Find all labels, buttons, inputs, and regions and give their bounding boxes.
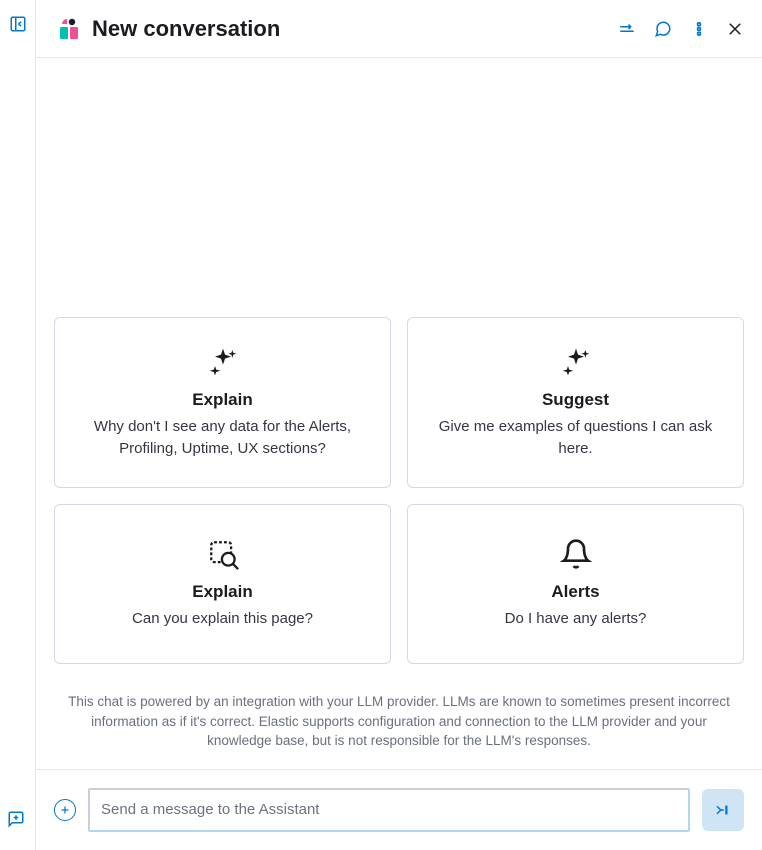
close-icon[interactable] [724, 18, 746, 40]
inspect-icon [207, 538, 239, 570]
card-desc: Do I have any alerts? [505, 608, 647, 630]
disclaimer-text: This chat is powered by an integration w… [54, 692, 744, 751]
header: New conversation [36, 0, 762, 58]
content: Explain Why don't I see any data for the… [36, 58, 762, 769]
more-vertical-icon[interactable] [688, 18, 710, 40]
card-title: Alerts [551, 582, 599, 602]
main-area: New conversation [36, 0, 762, 850]
left-rail [0, 0, 36, 850]
card-desc: Can you explain this page? [132, 608, 313, 630]
card-desc: Give me examples of questions I can ask … [430, 416, 721, 460]
page-title: New conversation [92, 16, 604, 42]
prompt-card-alerts[interactable]: Alerts Do I have any alerts? [407, 504, 744, 664]
card-title: Explain [192, 582, 252, 602]
sparkles-icon [207, 346, 239, 378]
message-input[interactable] [88, 788, 690, 832]
prompt-card-suggest[interactable]: Suggest Give me examples of questions I … [407, 317, 744, 489]
header-actions [616, 18, 746, 40]
card-title: Explain [192, 390, 252, 410]
send-to-icon[interactable] [616, 18, 638, 40]
prompt-card-explain-page[interactable]: Explain Can you explain this page? [54, 504, 391, 664]
card-title: Suggest [542, 390, 609, 410]
prompt-cards: Explain Why don't I see any data for the… [54, 317, 744, 665]
send-button[interactable] [702, 789, 744, 831]
card-desc: Why don't I see any data for the Alerts,… [77, 416, 368, 460]
chat-icon[interactable] [652, 18, 674, 40]
app-logo-icon [56, 17, 80, 41]
sparkles-icon [560, 346, 592, 378]
add-attachment-button[interactable] [54, 799, 76, 821]
feedback-icon[interactable] [7, 810, 29, 832]
prompt-card-explain-data[interactable]: Explain Why don't I see any data for the… [54, 317, 391, 489]
collapse-panel-icon[interactable] [6, 12, 30, 36]
footer [36, 769, 762, 850]
bell-icon [560, 538, 592, 570]
